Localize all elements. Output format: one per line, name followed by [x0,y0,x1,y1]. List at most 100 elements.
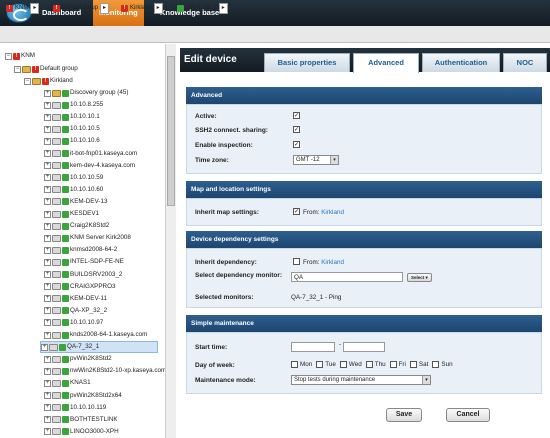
tree-node-device[interactable]: + LINOO3000-XPH [44,426,119,438]
day-sun-checkbox[interactable]: Sun [432,361,453,368]
inherit-dependency-link[interactable]: Kirkland [321,259,344,266]
day-fri-checkbox[interactable]: Fri [389,361,406,368]
expand-icon[interactable]: + [44,258,51,266]
tree-node-device[interactable]: + INTEL-SDP-FE-NE [44,256,124,268]
maintenance-mode-select[interactable]: Stop tests during maintenance ▾ [291,375,431,385]
tree-node-device[interactable]: +10.10.10.97 [44,317,103,329]
tree-node-device[interactable]: +10.10.10.59 [44,172,103,184]
expand-icon[interactable]: + [44,222,51,230]
tab-basic-properties[interactable]: Basic properties [264,53,350,72]
expand-icon[interactable]: + [44,428,51,436]
breadcrumb-item-kirkland[interactable]: ! Kirkland ▸ [121,3,163,14]
tree-node-device[interactable]: +10.10.10.6 [44,135,100,147]
dependency-monitor-input[interactable]: QA [291,272,403,282]
tree-node-device[interactable]: + Craig2K8Std2 [44,220,109,232]
tree-node-device[interactable]: + BUILDSRV2003_2 [44,269,122,281]
tree-node-device[interactable]: +10.10.10.60 [44,184,103,196]
end-time-input[interactable] [343,342,385,352]
inherit-map-checkbox[interactable]: ✓ [293,208,300,215]
expand-icon[interactable]: + [44,392,51,399]
expand-icon[interactable]: + [44,174,51,182]
tree-node-device[interactable]: + pvWin2K8Std2x64 [44,390,122,402]
tree-node-device[interactable]: + knds2008-64-1.kaseya.com [44,329,147,341]
tree-node-device[interactable]: +10.10.10.1 [44,111,100,123]
expand-icon[interactable]: + [44,210,51,218]
day-wed-checkbox[interactable]: Wed [339,361,362,368]
expand-icon[interactable]: + [44,234,51,242]
expand-icon[interactable]: + [44,150,51,157]
expand-icon[interactable]: + [44,307,51,315]
tree-node-device[interactable]: +10.10.8.255 [44,99,103,111]
tree-node-device[interactable]: + pvWin2K8Std2 [44,353,112,365]
expand-icon[interactable]: + [44,271,51,278]
tree-node-device[interactable]: + QA-XP_32_2 [44,305,107,317]
expand-icon[interactable]: + [44,331,51,339]
chevron-right-icon[interactable]: ▸ [153,3,163,14]
start-time-input[interactable] [291,342,335,352]
tree-scrollbar[interactable] [165,44,176,438]
expand-icon[interactable]: + [44,416,51,424]
day-mon-checkbox[interactable]: Mon [291,361,312,368]
collapse-icon[interactable]: − [24,77,31,85]
expand-icon[interactable]: + [44,125,51,133]
tree-node-kirkland[interactable]: − ! Kirkland [24,75,73,87]
tab-advanced[interactable]: Advanced [353,53,419,73]
inherit-dependency-checkbox[interactable] [293,258,300,265]
expand-icon[interactable]: + [44,101,51,109]
expand-icon[interactable]: + [41,343,48,351]
inherit-map-link[interactable]: Kirkland [321,209,344,216]
day-sat-checkbox[interactable]: Sat [409,361,428,368]
tree-node-device[interactable]: + knmsd2008-64-2 [44,244,117,256]
expand-icon[interactable]: + [44,367,51,375]
select-dependency-button[interactable]: Select ▾ [407,273,432,282]
tree-node-device[interactable]: + QA-7_32_1 [40,341,158,354]
tree-node-default-group[interactable]: − ! Default group [14,63,78,75]
save-button[interactable]: Save [386,408,422,422]
expand-icon[interactable]: + [44,113,51,121]
tree-node-device[interactable]: +10.10.10.119 [44,402,106,414]
tree-node-device[interactable]: + it-bot-fnp01.kaseya.com [44,148,137,160]
scrollbar-thumb[interactable] [167,56,175,206]
tree-node-device[interactable]: + kem-dev-4.kaseya.com [44,160,135,172]
collapse-icon[interactable]: − [5,52,12,60]
chevron-right-icon[interactable]: ▸ [218,3,228,14]
tree-node-root[interactable]: − ! KNM [5,50,35,62]
enable-inspection-checkbox[interactable]: ✓ [293,141,300,148]
breadcrumb-item-default-group[interactable]: ! Default group ▸ [53,3,110,14]
breadcrumb-item-knm[interactable]: ! KNM ▸ [6,3,40,14]
tree-node-device[interactable]: + KEM-DEV-11 [44,293,107,305]
expand-icon[interactable]: + [44,355,51,363]
tree-node-device[interactable]: + BOTHTESTLINK [44,414,118,426]
expand-icon[interactable]: + [44,295,51,303]
day-tue-checkbox[interactable]: Tue [316,361,336,368]
expand-icon[interactable]: + [44,162,51,170]
collapse-icon[interactable]: − [14,65,21,73]
expand-icon[interactable]: + [44,404,51,412]
tab-authentication[interactable]: Authentication [422,53,500,72]
tree-node-device[interactable]: + KNM Server Kirk2008 [44,232,131,244]
timezone-select[interactable]: GMT -12 ▾ [293,155,339,165]
expand-icon[interactable]: + [44,246,51,254]
expand-icon[interactable]: + [44,319,51,327]
expand-icon[interactable]: + [44,379,51,387]
expand-icon[interactable]: + [44,89,51,97]
ssh-sharing-checkbox[interactable]: ✓ [293,126,300,133]
day-thu-checkbox[interactable]: Thu [365,361,386,368]
tree-node-device[interactable]: + Discovery group (45) [44,87,128,99]
expand-icon[interactable]: + [44,198,51,206]
expand-icon[interactable]: + [44,186,51,194]
active-checkbox[interactable]: ✓ [293,112,300,119]
tab-noc[interactable]: NOC [503,53,547,72]
tree-node-device[interactable]: + nwWin2K8Std2-10-xp.kaseya.com [44,365,166,377]
breadcrumb-item-device[interactable]: QA-7_32_1 ▸ [177,3,228,14]
expand-icon[interactable]: + [44,283,51,291]
cancel-button[interactable]: Cancel [446,408,490,422]
tree-node-device[interactable]: + KEM-DEV-13 [44,196,107,208]
tree-node-device[interactable]: + CRAIGXPPRO3 [44,281,116,293]
tree-node-device[interactable]: + KESDEV1 [44,208,99,220]
chevron-right-icon[interactable]: ▸ [30,3,40,14]
tree-node-device[interactable]: +10.10.10.5 [44,123,100,135]
chevron-right-icon[interactable]: ▸ [100,3,110,14]
expand-icon[interactable]: + [44,137,51,145]
tree-node-device[interactable]: + KNAS1 [44,377,91,389]
